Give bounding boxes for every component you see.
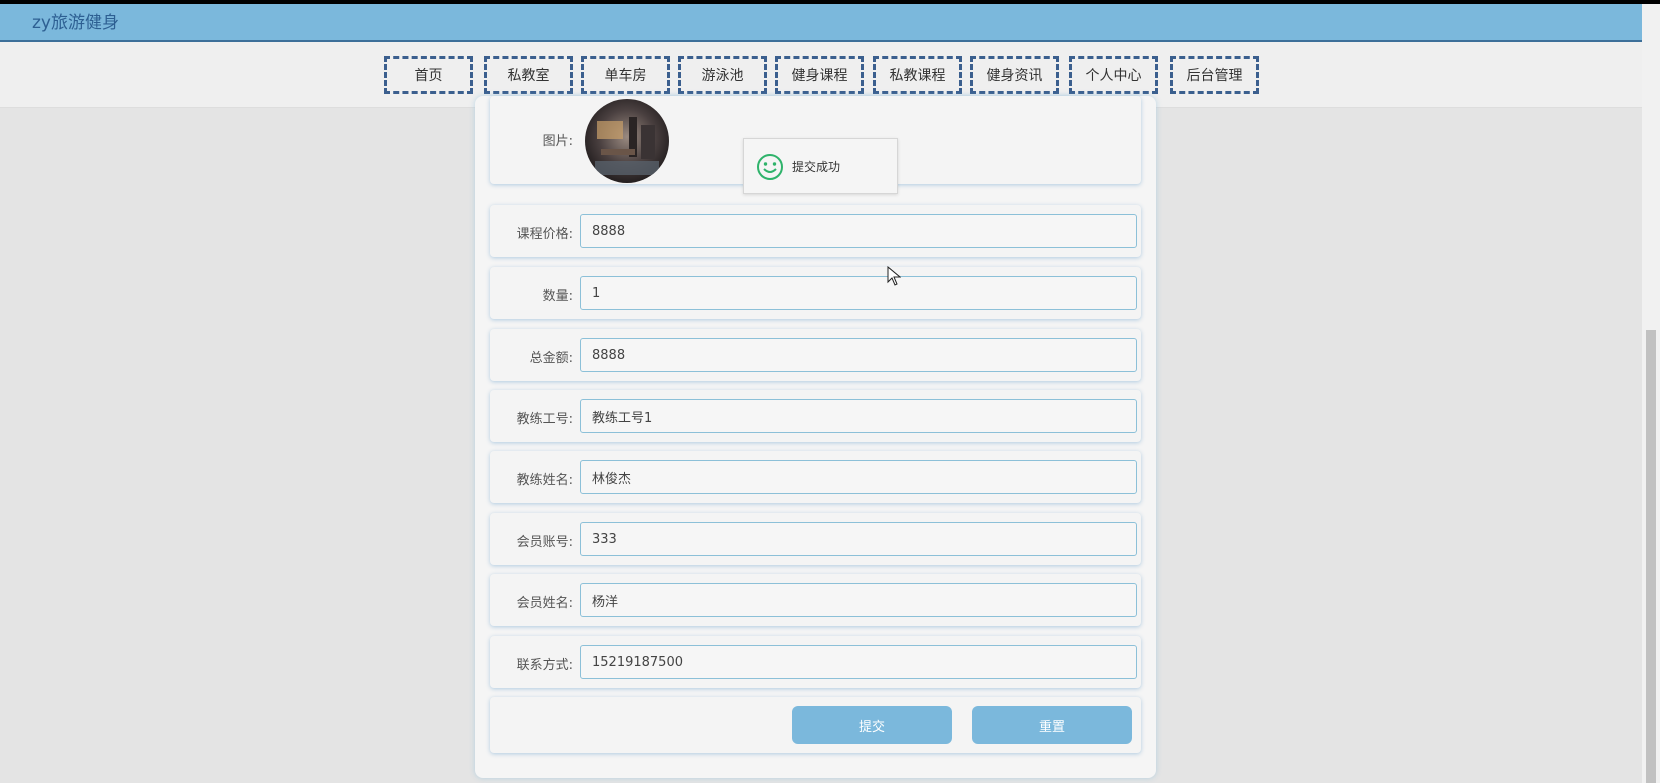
nav-item-private-room[interactable]: 私教室 — [484, 56, 573, 94]
nav-item-fitness-courses[interactable]: 健身课程 — [775, 56, 864, 94]
success-toast: 提交成功 — [743, 138, 898, 194]
nav-item-swimming-pool[interactable]: 游泳池 — [678, 56, 767, 94]
quantity-label: 数量: — [542, 289, 573, 304]
form-row-total-amount: 总金额: 8888 — [490, 329, 1141, 381]
top-header: zy旅游健身 — [0, 4, 1642, 42]
smile-icon — [756, 153, 784, 181]
coach-id-label: 教练工号: — [516, 412, 573, 427]
image-label: 图片: — [542, 134, 573, 149]
course-price-label: 课程价格: — [516, 227, 573, 242]
total-amount-label: 总金额: — [529, 351, 573, 366]
form-row-quantity: 数量: 1 — [490, 267, 1141, 319]
form-row-course-price: 课程价格: 8888 — [490, 205, 1141, 257]
member-name-label: 会员姓名: — [516, 596, 573, 611]
nav-item-private-courses[interactable]: 私教课程 — [873, 56, 962, 94]
course-price-input[interactable]: 8888 — [580, 214, 1137, 248]
page-viewport: zy旅游健身 首页 私教室 单车房 游泳池 健身课程 私教课程 健身资讯 个人中… — [0, 4, 1642, 783]
form-row-coach-name: 教练姓名: 林俊杰 — [490, 451, 1141, 503]
member-account-input[interactable]: 333 — [580, 522, 1137, 556]
contact-label: 联系方式: — [516, 658, 573, 673]
nav-item-admin[interactable]: 后台管理 — [1170, 56, 1259, 94]
coach-name-input[interactable]: 林俊杰 — [580, 460, 1137, 494]
nav-item-cycling-room[interactable]: 单车房 — [581, 56, 670, 94]
toast-message: 提交成功 — [792, 160, 841, 174]
form-row-coach-id: 教练工号: 教练工号1 — [490, 390, 1141, 442]
total-amount-input[interactable]: 8888 — [580, 338, 1137, 372]
coach-name-label: 教练姓名: — [516, 473, 573, 488]
form-row-member-name: 会员姓名: 杨洋 — [490, 574, 1141, 626]
form-row-contact: 联系方式: 15219187500 — [490, 636, 1141, 688]
contact-input[interactable]: 15219187500 — [580, 645, 1137, 679]
site-brand[interactable]: zy旅游健身 — [32, 12, 119, 34]
course-image — [585, 99, 669, 183]
submit-button[interactable]: 提交 — [792, 706, 952, 744]
reset-button[interactable]: 重置 — [972, 706, 1132, 744]
mouse-pointer-icon — [887, 265, 902, 286]
member-account-label: 会员账号: — [516, 535, 573, 550]
nav-item-home[interactable]: 首页 — [384, 56, 473, 94]
member-name-input[interactable]: 杨洋 — [580, 583, 1137, 617]
nav-item-personal-center[interactable]: 个人中心 — [1069, 56, 1158, 94]
form-row-member-account: 会员账号: 333 — [490, 513, 1141, 565]
nav-item-fitness-news[interactable]: 健身资讯 — [970, 56, 1059, 94]
coach-id-input[interactable]: 教练工号1 — [580, 399, 1137, 433]
scrollbar-thumb[interactable] — [1646, 330, 1656, 783]
quantity-input[interactable]: 1 — [580, 276, 1137, 310]
